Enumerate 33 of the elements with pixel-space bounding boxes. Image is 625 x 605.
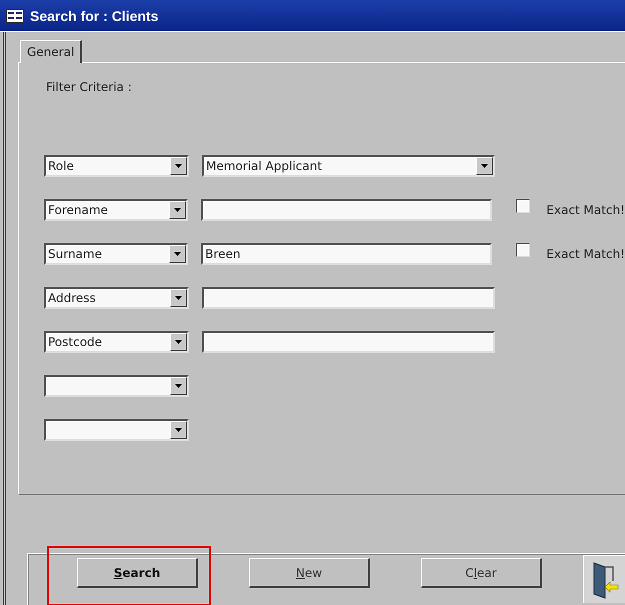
input-field[interactable]	[201, 198, 492, 220]
field-dropdown[interactable]	[44, 418, 189, 440]
checkbox-label: Exact Match!	[546, 246, 625, 260]
exit-button[interactable]	[583, 555, 625, 603]
input-field[interactable]	[202, 286, 495, 308]
caret-icon	[175, 384, 182, 388]
door-icon	[590, 560, 618, 598]
field-dropdown[interactable]: Postcode	[44, 330, 189, 352]
input-field[interactable]: Breen	[201, 242, 492, 264]
input-field[interactable]	[202, 330, 495, 352]
form-icon	[6, 8, 24, 22]
tab[interactable]: General	[20, 40, 82, 63]
checkbox[interactable]	[516, 242, 530, 256]
button[interactable]: Search	[77, 558, 198, 588]
caret-icon	[175, 296, 182, 300]
field-dropdown[interactable]	[44, 374, 189, 396]
caret-icon	[175, 164, 182, 168]
field-dropdown[interactable]: Address	[44, 286, 189, 308]
field-dropdown[interactable]: Surname	[44, 242, 188, 264]
field-dropdown[interactable]: Forename	[44, 198, 188, 220]
caret-icon	[481, 164, 488, 168]
checkbox-label: Exact Match!	[546, 202, 625, 216]
filter-criteria-label: Filter Criteria :	[46, 80, 133, 96]
button[interactable]: New	[249, 558, 370, 588]
window-title: Search for : Clients	[30, 8, 158, 24]
caret-icon	[174, 208, 182, 212]
caret-icon	[175, 428, 182, 432]
button[interactable]: Clear	[421, 558, 542, 588]
field-dropdown[interactable]: Role	[44, 154, 189, 176]
caret-icon	[175, 340, 182, 344]
value-dropdown[interactable]: Memorial Applicant	[202, 154, 495, 176]
caret-icon	[174, 252, 182, 256]
checkbox[interactable]	[516, 198, 530, 212]
